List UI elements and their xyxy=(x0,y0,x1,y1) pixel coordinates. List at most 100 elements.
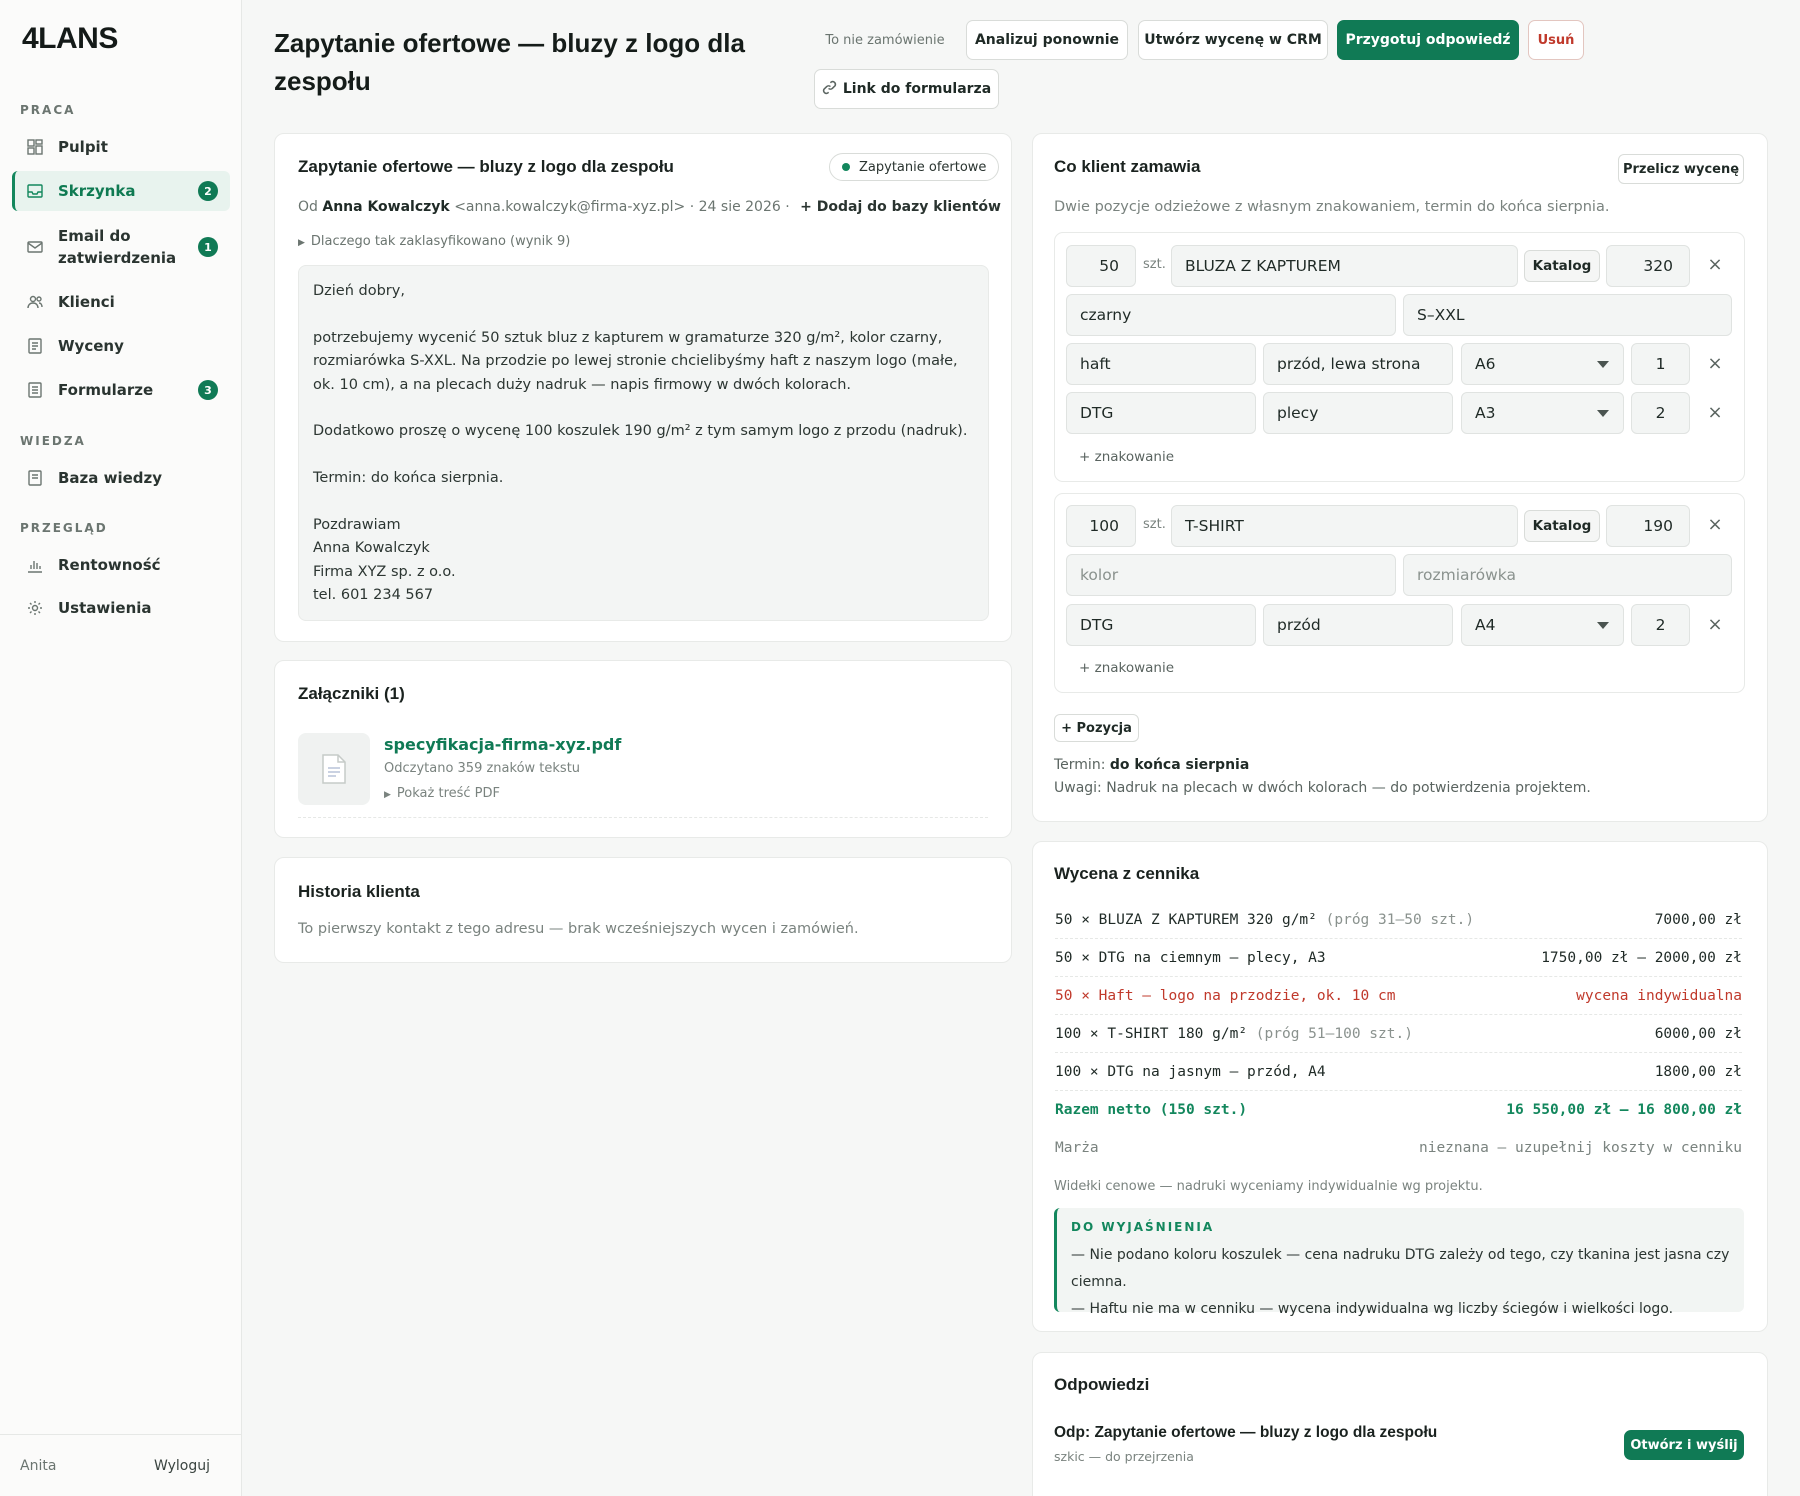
sidebar-item-rentownosc[interactable]: Rentowność xyxy=(12,545,230,585)
remove-item-icon[interactable]: × xyxy=(1705,514,1725,535)
sidebar-item-label: Wyceny xyxy=(58,337,124,355)
product-name-field[interactable]: T-SHIRT xyxy=(1171,505,1518,547)
delete-button[interactable]: Usuń xyxy=(1528,20,1584,60)
reply-subject[interactable]: Odp: Zapytanie ofertowe — bluzy z logo d… xyxy=(1054,1424,1437,1442)
attachment-link[interactable]: specyfikacja-firma-xyz.pdf xyxy=(384,735,621,754)
price-row: 100 × DTG na jasnym — przód, A4 1800,00 … xyxy=(1055,1053,1742,1091)
sidebar-item-pulpit[interactable]: Pulpit xyxy=(12,127,230,167)
logout-button[interactable]: Wyloguj xyxy=(154,1458,210,1474)
nav-section-przeglad: PRZEGLĄD xyxy=(20,521,108,535)
classification-reason-toggle[interactable]: ▶ Dlaczego tak zaklasyfikowano (wynik 9) xyxy=(298,234,570,249)
note-line: — Nie podano koloru koszulek — cena nadr… xyxy=(1071,1247,1730,1290)
marking-place-field[interactable]: przód, lewa strona xyxy=(1263,343,1453,385)
status-dot xyxy=(842,163,850,171)
price-row-amount: 1750,00 zł – 2000,00 zł xyxy=(1541,949,1742,966)
triangle-right-icon: ▶ xyxy=(384,790,391,800)
sidebar-item-ustawienia[interactable]: Ustawienia xyxy=(12,588,230,628)
remove-item-icon[interactable]: × xyxy=(1705,254,1725,275)
replies-title: Odpowiedzi xyxy=(1054,1375,1150,1394)
form-icon xyxy=(26,381,44,399)
document-icon xyxy=(26,337,44,355)
sidebar-item-formularze[interactable]: Formularze 3 xyxy=(12,370,230,410)
sidebar-item-label: Pulpit xyxy=(58,138,108,156)
classification-tag: Zapytanie ofertowe xyxy=(829,153,1000,181)
from-prefix: Od xyxy=(298,199,318,215)
remove-marking-icon[interactable]: × xyxy=(1705,402,1725,423)
sender-meta: Od Anna Kowalczyk <anna.kowalczyk@firma-… xyxy=(298,199,1001,215)
add-client-link[interactable]: + Dodaj do bazy klientów xyxy=(800,199,1001,215)
marking-place-field[interactable]: przód xyxy=(1263,604,1453,646)
dashboard-icon xyxy=(26,138,44,156)
marking-method-field[interactable]: DTG xyxy=(1066,392,1256,434)
price-row-amount: wycena indywidualna xyxy=(1576,987,1742,1004)
price-row-threshold: (próg 51–100 szt.) xyxy=(1255,1025,1413,1042)
sidebar-item-label: Skrzynka xyxy=(58,182,136,200)
reanalyze-button[interactable]: Analizuj ponownie xyxy=(966,20,1128,60)
clarification-note: DO WYJAŚNIENIA — Nie podano koloru koszu… xyxy=(1054,1208,1744,1317)
user-name: Anita xyxy=(20,1457,57,1474)
marking-colors-field[interactable]: 2 xyxy=(1631,604,1690,646)
add-position-button[interactable]: + Pozycja xyxy=(1054,714,1139,742)
sidebar: 4LANS PRACA Pulpit Skrzynka 2 Email do z… xyxy=(0,0,242,1496)
sidebar-item-baza-wiedzy[interactable]: Baza wiedzy xyxy=(12,458,230,498)
marking-size-select[interactable]: A4 xyxy=(1461,604,1624,646)
gsm-field[interactable]: 190 xyxy=(1606,505,1690,547)
open-and-send-button[interactable]: Otwórz i wyślij xyxy=(1624,1430,1744,1460)
order-title: Co klient zamawia xyxy=(1054,157,1201,176)
bar-chart-icon xyxy=(26,556,44,574)
marking-colors-field[interactable]: 1 xyxy=(1631,343,1690,385)
sidebar-item-skrzynka[interactable]: Skrzynka 2 xyxy=(12,171,230,211)
marking-place-field[interactable]: plecy xyxy=(1263,392,1453,434)
price-row-item: 100 × T-SHIRT 180 g/m² xyxy=(1055,1025,1248,1042)
marking-size-value: A6 xyxy=(1475,355,1496,373)
prepare-reply-button[interactable]: Przygotuj odpowiedź xyxy=(1337,20,1519,60)
show-pdf-toggle[interactable]: ▶ Pokaż treść PDF xyxy=(384,786,500,801)
color-field[interactable]: czarny xyxy=(1066,294,1396,336)
color-field[interactable]: kolor xyxy=(1066,554,1396,596)
margin-row: Marża nieznana — uzupełnij koszty w cenn… xyxy=(1055,1129,1742,1167)
price-row-amount: 1800,00 zł xyxy=(1654,1063,1742,1080)
sidebar-footer: Anita Wyloguj xyxy=(0,1434,242,1496)
quantity-field[interactable]: 100 xyxy=(1066,505,1136,547)
sizes-field[interactable]: rozmiarówka xyxy=(1403,554,1732,596)
marking-colors-field[interactable]: 2 xyxy=(1631,392,1690,434)
link-icon xyxy=(822,80,837,99)
marking-method-field[interactable]: haft xyxy=(1066,343,1256,385)
create-crm-quote-button[interactable]: Utwórz wycenę w CRM xyxy=(1138,20,1328,60)
recalculate-button[interactable]: Przelicz wycenę xyxy=(1618,154,1744,184)
add-marking-button[interactable]: + znakowanie xyxy=(1079,660,1174,676)
catalog-button[interactable]: Katalog xyxy=(1524,250,1600,282)
sidebar-item-email-approval[interactable]: Email do zatwierdzenia 1 xyxy=(12,221,230,273)
sidebar-item-label: Rentowność xyxy=(58,556,161,574)
catalog-button[interactable]: Katalog xyxy=(1524,510,1600,542)
reply-status: szkic — do przejrzenia xyxy=(1054,1449,1194,1464)
marking-size-select[interactable]: A6 xyxy=(1461,343,1624,385)
not-order-button[interactable]: To nie zamówienie xyxy=(815,20,955,60)
book-icon xyxy=(26,469,44,487)
sizes-field[interactable]: S–XXL xyxy=(1403,294,1732,336)
margin-label: Marża xyxy=(1055,1140,1099,1156)
unit-label: szt. xyxy=(1143,257,1166,272)
classification-label: Zapytanie ofertowe xyxy=(859,159,987,175)
attachment-read-info: Odczytano 359 znaków tekstu xyxy=(384,761,581,776)
email-title: Zapytanie ofertowe — bluzy z logo dla ze… xyxy=(298,157,674,176)
price-row: 50 × Haft — logo na przodzie, ok. 10 cm … xyxy=(1055,977,1742,1015)
form-link-button[interactable]: Link do formularza xyxy=(814,69,999,109)
pricing-footnote: Widełki cenowe — nadruki wyceniamy indyw… xyxy=(1054,1179,1483,1194)
sidebar-item-wyceny[interactable]: Wyceny xyxy=(12,326,230,366)
remove-marking-icon[interactable]: × xyxy=(1705,353,1725,374)
sidebar-item-klienci[interactable]: Klienci xyxy=(12,282,230,322)
marking-size-select[interactable]: A3 xyxy=(1461,392,1624,434)
app-logo[interactable]: 4LANS xyxy=(22,22,118,56)
sidebar-item-label: Formularze xyxy=(58,381,154,399)
marking-method-field[interactable]: DTG xyxy=(1066,604,1256,646)
product-name-field[interactable]: BLUZA Z KAPTUREM xyxy=(1171,245,1518,287)
email-body: Dzień dobry, potrzebujemy wycenić 50 szt… xyxy=(298,265,989,621)
order-notes: Uwagi: Nadruk na plecach w dwóch kolorac… xyxy=(1054,780,1591,796)
count-badge: 1 xyxy=(198,237,218,257)
remove-marking-icon[interactable]: × xyxy=(1705,614,1725,635)
quantity-field[interactable]: 50 xyxy=(1066,245,1136,287)
sidebar-item-label: Email do zatwierdzenia xyxy=(58,227,177,267)
gsm-field[interactable]: 320 xyxy=(1606,245,1690,287)
add-marking-button[interactable]: + znakowanie xyxy=(1079,449,1174,465)
